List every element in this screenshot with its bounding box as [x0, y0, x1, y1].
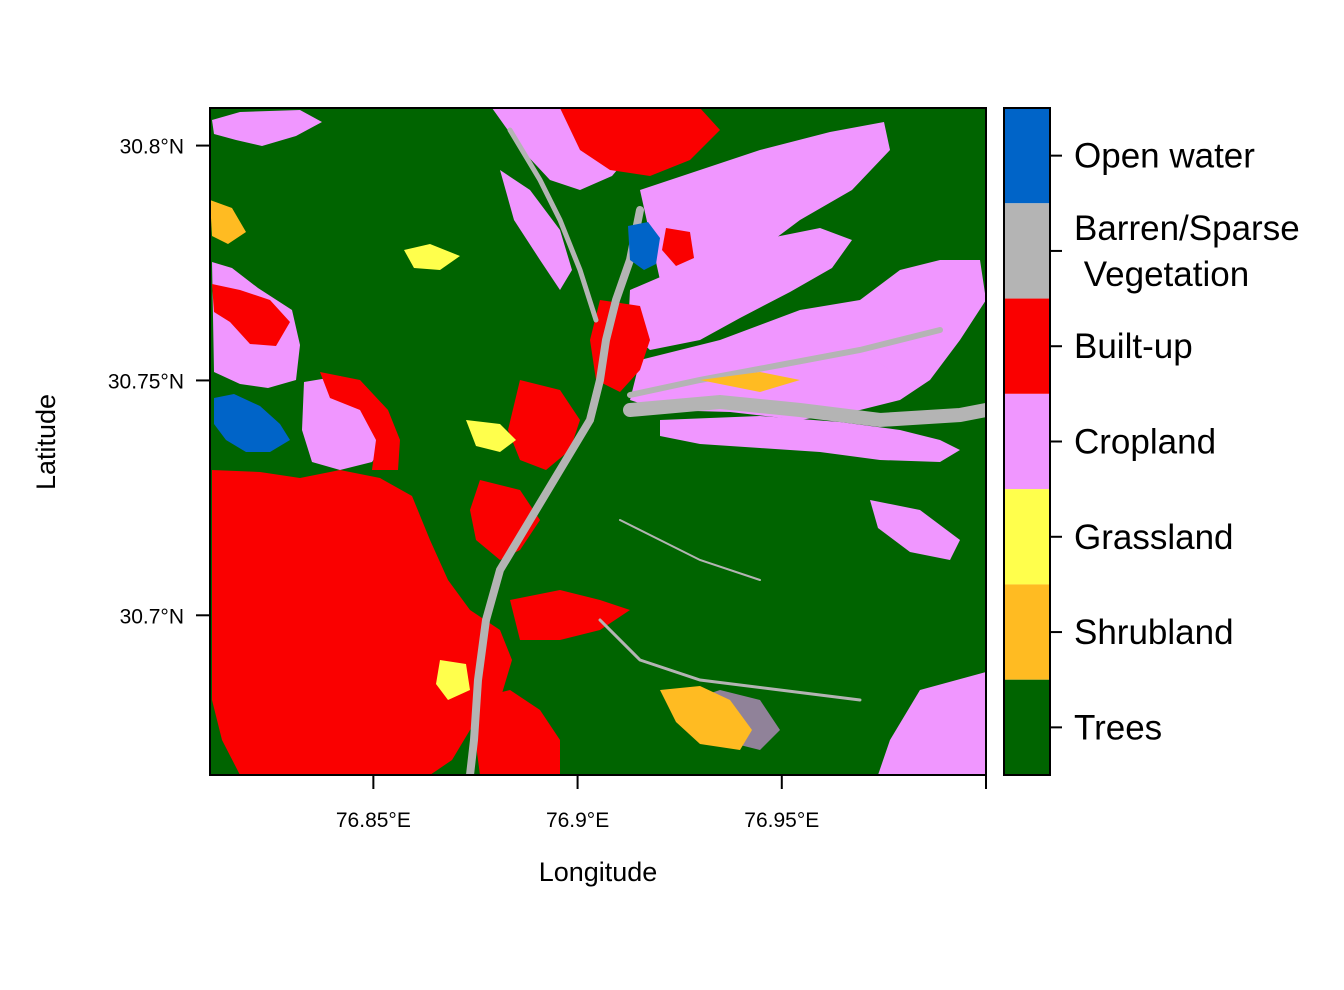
legend-swatch — [1004, 298, 1050, 394]
x-axis-title: Longitude — [539, 857, 658, 887]
y-tick-label: 30.75°N — [108, 370, 184, 393]
land-cover-figure: 76.85°E 76.9°E 76.95°E 30.8°N 30.75°N 30.7°N… — [31, 107, 1300, 887]
legend-label: Trees — [1074, 708, 1162, 747]
x-tick-label: 76.85°E — [336, 809, 411, 832]
legend-swatch — [1004, 584, 1050, 680]
legend-label: Grassland — [1074, 518, 1234, 557]
legend-label: Cropland — [1074, 423, 1216, 462]
legend-swatch — [1004, 393, 1050, 490]
legend-label: Built-up — [1074, 327, 1193, 366]
y-axis-title: Latitude — [31, 394, 61, 490]
legend-label: Open water — [1074, 137, 1255, 176]
x-tick-label: 76.9°E — [546, 809, 609, 832]
legend-label: Shrubland — [1074, 613, 1234, 652]
land-cover-map — [210, 108, 986, 775]
legend-label: Barren/Sparse — [1074, 209, 1300, 248]
legend: Open water Barren/Sparse Vegetation Built-… — [1003, 107, 1300, 776]
x-axis: 76.85°E 76.9°E 76.95°E — [336, 775, 987, 832]
y-axis: 30.8°N 30.75°N 30.7°N — [108, 136, 210, 628]
legend-swatch — [1004, 203, 1050, 299]
legend-swatch — [1004, 108, 1050, 204]
y-tick-label: 30.7°N — [120, 605, 184, 628]
legend-swatch — [1004, 679, 1050, 775]
legend-label: Vegetation — [1074, 255, 1249, 294]
x-tick-label: 76.95°E — [744, 809, 819, 832]
y-tick-label: 30.8°N — [120, 136, 184, 159]
legend-swatch — [1004, 489, 1050, 585]
